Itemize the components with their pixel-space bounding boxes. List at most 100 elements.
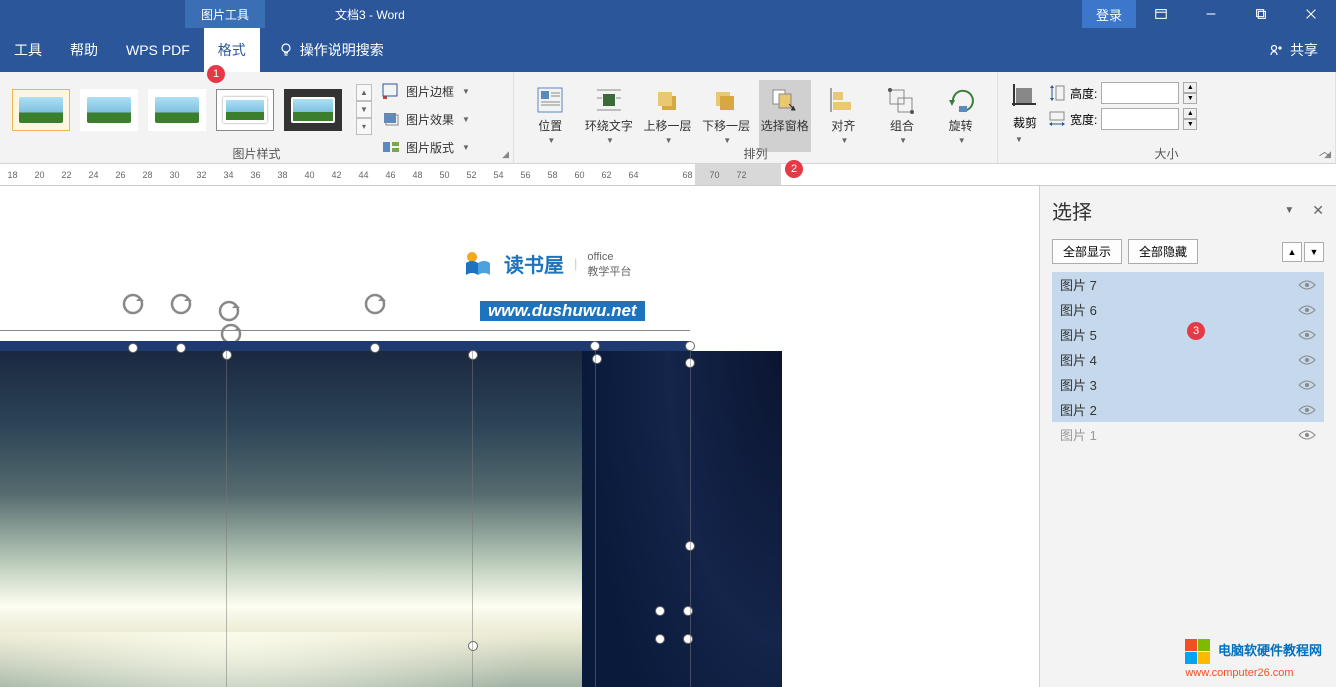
annotation-badge-3: 3 — [1187, 322, 1205, 340]
document-canvas[interactable]: 读书屋 | office教学平台 www.dushuwu.net — [0, 186, 1039, 687]
dushuwu-logo-icon — [460, 249, 494, 279]
selection-item[interactable]: 图片 6 — [1052, 297, 1324, 322]
rotate-handle[interactable] — [120, 291, 146, 317]
selection-handle[interactable] — [468, 350, 478, 360]
height-up[interactable]: ▲ — [1183, 82, 1197, 93]
crop-button[interactable]: 裁剪▼ — [1010, 82, 1040, 145]
rotate-icon — [945, 86, 977, 114]
horizontal-ruler[interactable]: 1820222426283032343638404244464850525456… — [0, 164, 1336, 186]
gallery-down-button[interactable]: ▼ — [356, 101, 372, 118]
document-title: 文档3 - Word — [335, 6, 405, 23]
selection-handle[interactable] — [370, 343, 380, 353]
group-size: 裁剪▼ 高度: ▲▼ 宽度: ▲▼ 大小 ◢ — [998, 72, 1336, 163]
tab-wps-pdf[interactable]: WPS PDF — [112, 28, 204, 72]
visibility-icon[interactable] — [1298, 304, 1316, 316]
send-backward-button[interactable]: 下移一层▼ — [700, 80, 753, 152]
height-down[interactable]: ▼ — [1183, 93, 1197, 104]
selection-item[interactable]: 图片 3 — [1052, 372, 1324, 397]
picture-border-label: 图片边框 — [406, 83, 454, 100]
pane-close-button[interactable]: ✕ — [1312, 202, 1324, 219]
style-thumb-4[interactable] — [216, 89, 274, 131]
visibility-icon[interactable] — [1298, 429, 1316, 441]
group-button[interactable]: 组合▼ — [876, 80, 929, 152]
visibility-icon[interactable] — [1298, 329, 1316, 341]
selection-handle[interactable] — [655, 634, 665, 644]
group-label-styles: 图片样式 — [0, 145, 513, 162]
selection-item[interactable]: 图片 1 — [1052, 422, 1324, 447]
selection-handle[interactable] — [128, 343, 138, 353]
close-button[interactable] — [1286, 0, 1336, 28]
hide-all-button[interactable]: 全部隐藏 — [1128, 239, 1198, 264]
rotate-handle[interactable] — [362, 291, 388, 317]
style-thumb-5[interactable] — [284, 89, 342, 131]
styles-launcher[interactable]: ◢ — [502, 149, 509, 160]
reorder-up-button[interactable]: ▲ — [1282, 242, 1302, 262]
group-arrange: 位置▼ 环绕文字▼ 上移一层▼ 下移一层▼ 选择窗格 对齐▼ — [514, 72, 998, 163]
wrap-text-button[interactable]: 环绕文字▼ — [583, 80, 636, 152]
selection-handle[interactable] — [590, 341, 600, 351]
height-label: 高度: — [1070, 85, 1097, 102]
align-button[interactable]: 对齐▼ — [817, 80, 870, 152]
selection-handle[interactable] — [468, 641, 478, 651]
selection-list: 图片 7图片 6图片 5图片 4图片 3图片 2图片 1 — [1052, 272, 1324, 447]
width-up[interactable]: ▲ — [1183, 108, 1197, 119]
send-backward-icon — [710, 86, 742, 114]
tab-tools[interactable]: 工具 — [0, 28, 56, 72]
gallery-up-button[interactable]: ▲ — [356, 84, 372, 101]
style-thumb-3[interactable] — [148, 89, 206, 131]
wrap-text-icon — [593, 86, 625, 114]
position-icon — [534, 86, 566, 114]
picture-styles-gallery[interactable]: ▲ ▼ ▾ — [6, 76, 378, 143]
selection-handle[interactable] — [685, 341, 695, 351]
selection-handle[interactable] — [683, 606, 693, 616]
selection-item[interactable]: 图片 2 — [1052, 397, 1324, 422]
ribbon-options-icon — [1154, 7, 1168, 21]
selection-pane-button[interactable]: 选择窗格 — [759, 80, 812, 152]
reorder-down-button[interactable]: ▼ — [1304, 242, 1324, 262]
pane-menu-button[interactable]: ▼ — [1284, 205, 1294, 216]
style-thumb-2[interactable] — [80, 89, 138, 131]
tab-help[interactable]: 帮助 — [56, 28, 112, 72]
selection-handle[interactable] — [592, 354, 602, 364]
width-input[interactable] — [1101, 108, 1179, 130]
gallery-scroll: ▲ ▼ ▾ — [356, 84, 372, 135]
rotate-button[interactable]: 旋转▼ — [934, 80, 987, 152]
bring-forward-button[interactable]: 上移一层▼ — [641, 80, 694, 152]
selection-item[interactable]: 图片 7 — [1052, 272, 1324, 297]
visibility-icon[interactable] — [1298, 354, 1316, 366]
collapse-ribbon-button[interactable]: ︿ — [1319, 143, 1330, 159]
style-thumb-1[interactable] — [12, 89, 70, 131]
selection-handle[interactable] — [222, 350, 232, 360]
visibility-icon[interactable] — [1298, 379, 1316, 391]
login-button[interactable]: 登录 — [1082, 0, 1136, 28]
width-icon — [1048, 110, 1066, 128]
group-label-arrange: 排列 — [514, 145, 997, 162]
watermark-url: www.dushuwu.net — [480, 301, 645, 321]
height-input[interactable] — [1101, 82, 1179, 104]
pane-title: 选择 — [1052, 196, 1092, 225]
selection-handle[interactable] — [176, 343, 186, 353]
picture-border-button[interactable]: 图片边框▼ — [382, 78, 470, 104]
maximize-button[interactable] — [1236, 0, 1286, 28]
position-button[interactable]: 位置▼ — [524, 80, 577, 152]
rotate-handle[interactable] — [168, 291, 194, 317]
picture-effects-button[interactable]: 图片效果▼ — [382, 106, 470, 132]
tell-me-search[interactable]: 操作说明搜索 — [278, 40, 384, 60]
show-all-button[interactable]: 全部显示 — [1052, 239, 1122, 264]
visibility-icon[interactable] — [1298, 279, 1316, 291]
minimize-button[interactable] — [1186, 0, 1236, 28]
gallery-more-button[interactable]: ▾ — [356, 118, 372, 135]
ribbon-display-options-button[interactable] — [1136, 0, 1186, 28]
close-icon — [1304, 7, 1318, 21]
contextual-tab-picture-tools[interactable]: 图片工具 — [185, 0, 265, 28]
selection-handle[interactable] — [683, 634, 693, 644]
selection-item[interactable]: 图片 4 — [1052, 347, 1324, 372]
annotation-badge-2: 2 — [785, 160, 803, 178]
selection-handle[interactable] — [655, 606, 665, 616]
picture-border-icon — [382, 83, 400, 99]
share-button[interactable]: 共享 — [1268, 40, 1318, 60]
width-down[interactable]: ▼ — [1183, 119, 1197, 130]
lightbulb-icon — [278, 42, 294, 58]
bring-forward-icon — [652, 86, 684, 114]
visibility-icon[interactable] — [1298, 404, 1316, 416]
